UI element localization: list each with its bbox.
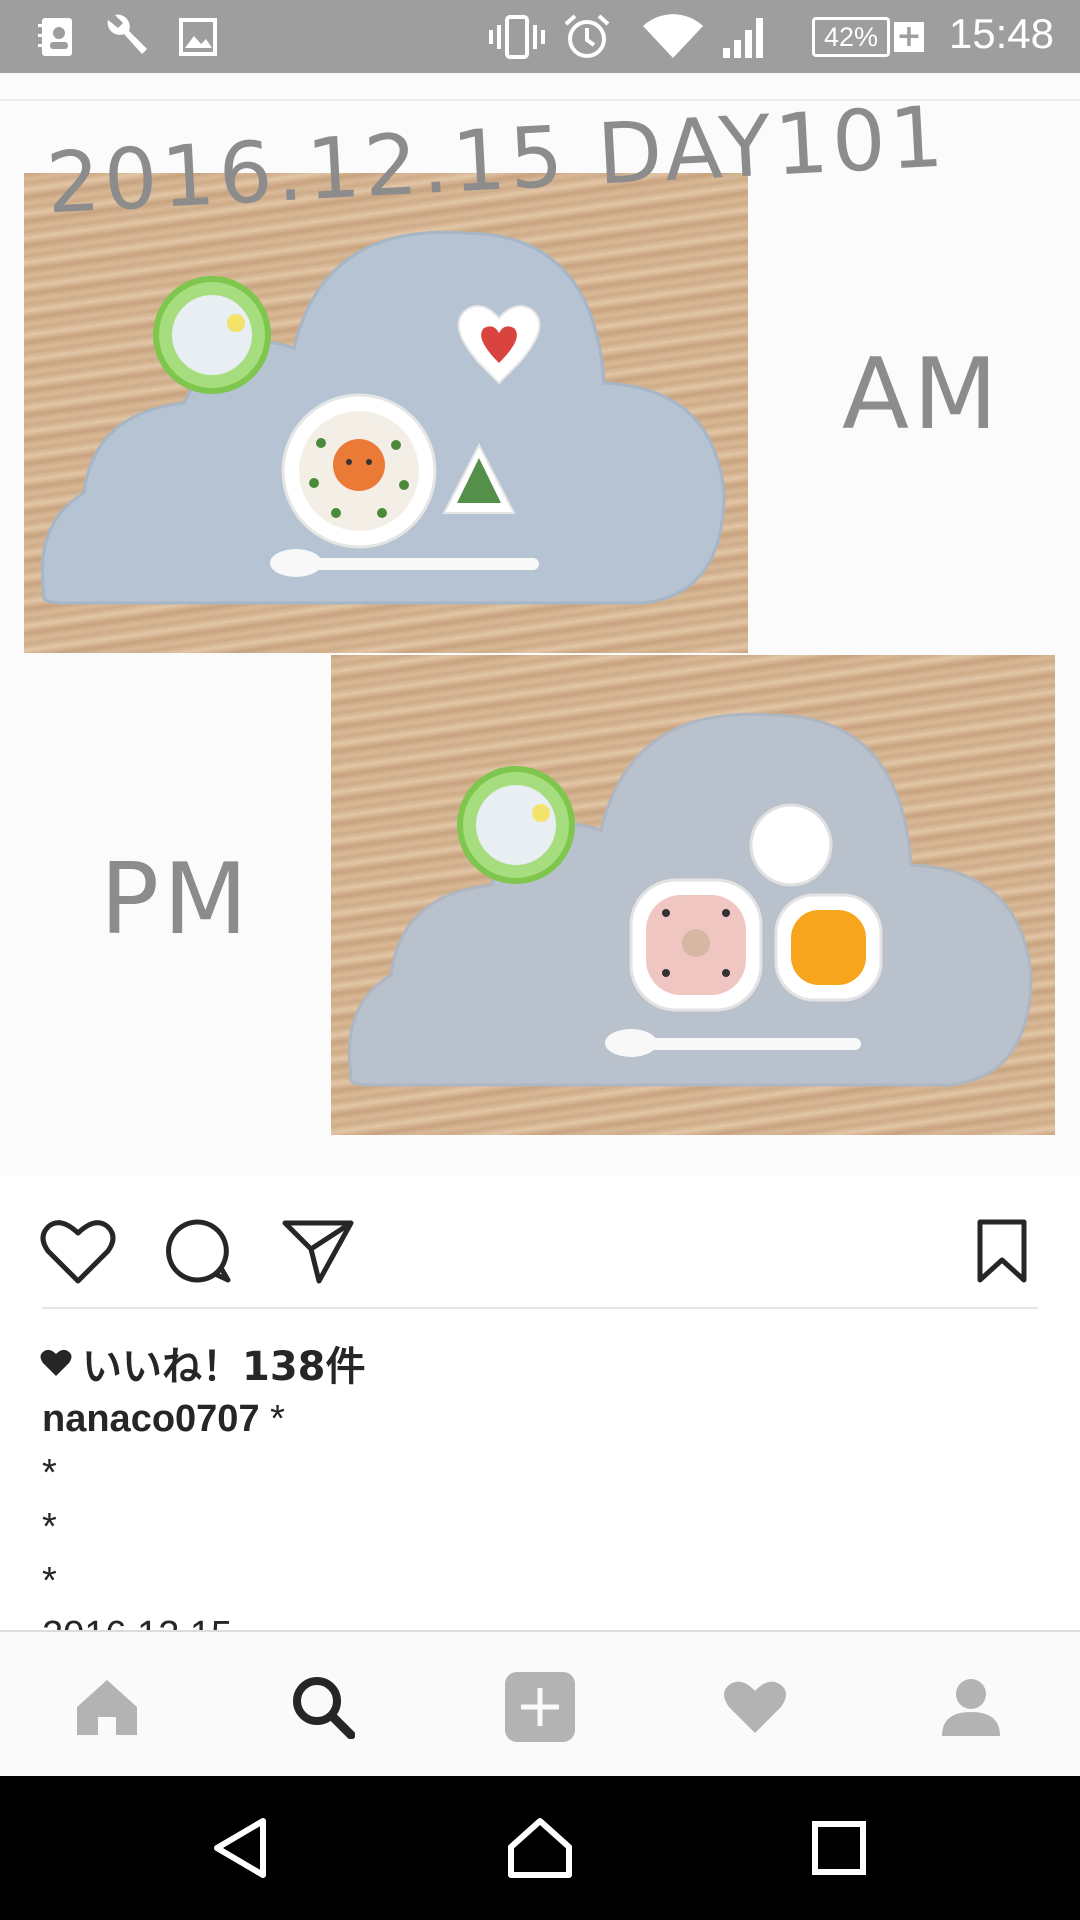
- caption-text: *: [259, 1398, 285, 1440]
- wifi-icon: [642, 14, 704, 60]
- post-actions: [0, 1175, 1080, 1305]
- system-nav-bar: [0, 1776, 1080, 1920]
- search-icon[interactable]: [278, 1662, 368, 1752]
- bottom-tab-bar: [0, 1630, 1080, 1776]
- am-meal-photo: [24, 173, 748, 653]
- battery-level: 42%: [823, 21, 879, 52]
- like-icon[interactable]: [38, 1211, 118, 1291]
- pm-label: PM: [100, 843, 252, 957]
- signal-icon: [720, 14, 770, 60]
- am-label: AM: [842, 338, 1002, 452]
- alarm-icon: [562, 14, 612, 60]
- home-icon[interactable]: [62, 1662, 152, 1752]
- caption-line: *: [42, 1506, 57, 1548]
- back-icon[interactable]: [196, 1808, 286, 1888]
- status-bar: 42% + 15:48: [0, 0, 1080, 73]
- contacts-icon: [36, 14, 76, 60]
- add-post-icon[interactable]: [495, 1662, 585, 1752]
- caption-line: *: [42, 1560, 57, 1602]
- post-image[interactable]: 2016.12.15 DAY101 AM PM: [0, 73, 1080, 1175]
- share-icon[interactable]: [278, 1211, 358, 1291]
- caption-first-line: nanaco0707 *: [42, 1398, 285, 1441]
- activity-icon[interactable]: [710, 1662, 800, 1752]
- likes-text: いいね！138件: [82, 1344, 366, 1390]
- actions-divider: [42, 1307, 1038, 1309]
- comment-icon[interactable]: [158, 1211, 238, 1291]
- recents-icon[interactable]: [794, 1808, 884, 1888]
- battery-icon: 42%: [812, 17, 890, 57]
- status-time: 15:48: [948, 10, 1054, 57]
- caption-username[interactable]: nanaco0707: [42, 1398, 260, 1440]
- image-icon: [176, 14, 220, 60]
- caption-line: *: [42, 1452, 57, 1494]
- wrench-icon: [100, 14, 152, 60]
- save-icon[interactable]: [962, 1211, 1042, 1291]
- vibrate-icon: [488, 14, 546, 60]
- home-nav-icon[interactable]: [495, 1808, 585, 1888]
- pm-meal-photo: [331, 655, 1055, 1135]
- heart-icon: [40, 1349, 72, 1376]
- charging-icon: +: [894, 22, 924, 52]
- profile-icon[interactable]: [926, 1662, 1016, 1752]
- likes-count[interactable]: いいね！138件: [40, 1334, 366, 1392]
